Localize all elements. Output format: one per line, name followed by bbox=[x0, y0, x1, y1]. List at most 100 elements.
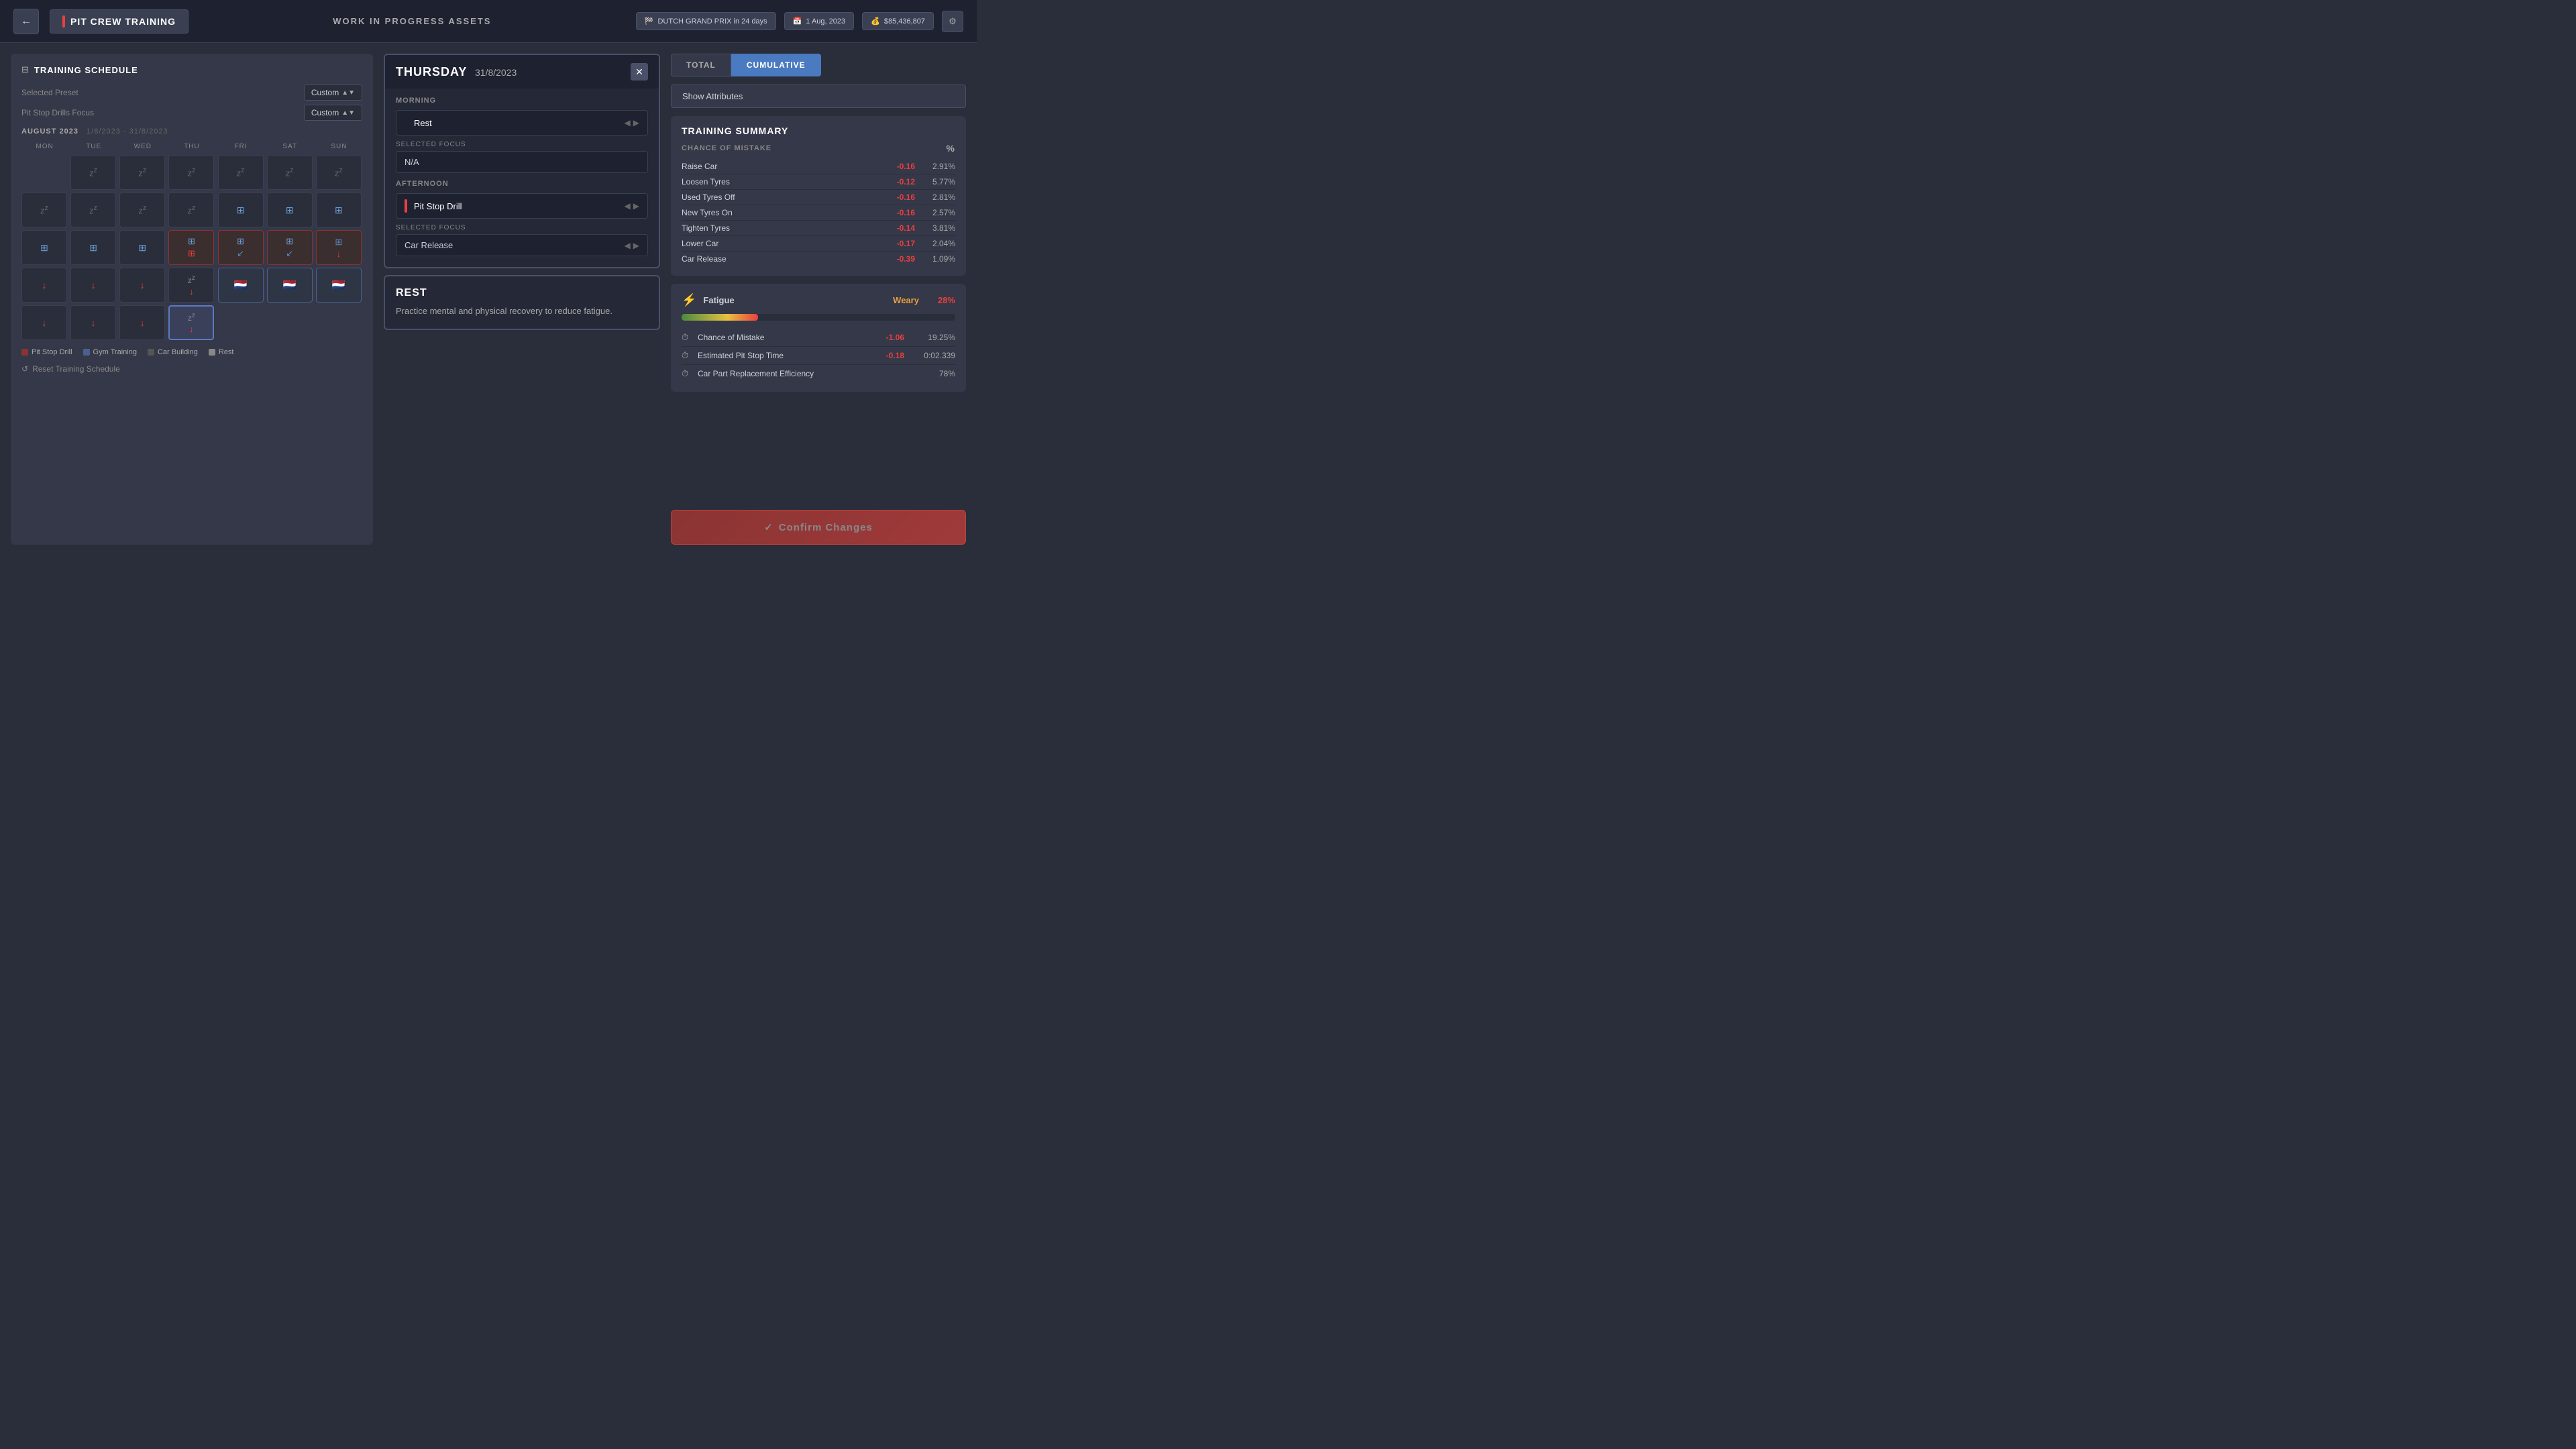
cal-cell-23[interactable]: ↓ bbox=[70, 268, 116, 303]
cal-cell-13[interactable]: ⊞ bbox=[267, 193, 313, 227]
cal-cell-3[interactable]: zz bbox=[119, 155, 165, 190]
calendar-icon: 📅 bbox=[793, 17, 802, 25]
cal-cell-21[interactable]: ⊞ ↓ bbox=[316, 230, 362, 265]
cal-cell-4[interactable]: zz bbox=[168, 155, 214, 190]
cal-header-sun: SUN bbox=[316, 141, 362, 152]
morning-focus-label: SELECTED FOCUS bbox=[396, 141, 648, 148]
topbar-right: 🏁 DUTCH GRAND PRIX in 24 days 📅 1 Aug, 2… bbox=[636, 11, 963, 32]
preset-row: Selected Preset Custom ▲▼ bbox=[21, 85, 362, 101]
reset-schedule-button[interactable]: ↺ Reset Training Schedule bbox=[21, 364, 362, 374]
confirm-changes-button[interactable]: ✓ Confirm Changes bbox=[671, 510, 966, 545]
afternoon-activity-name: Pit Stop Drill bbox=[414, 201, 625, 211]
cal-cell-26[interactable]: 🇳🇱 bbox=[218, 268, 264, 303]
afternoon-prev-arrow[interactable]: ◀ bbox=[625, 201, 631, 211]
stat-row: ⏱ Estimated Pit Stop Time -0.18 0:02.339 bbox=[682, 347, 955, 365]
afternoon-nav-arrows[interactable]: ◀ ▶ bbox=[625, 201, 639, 211]
focus-dropdown[interactable]: Custom ▲▼ bbox=[304, 105, 362, 121]
morning-activity-row[interactable]: Rest ◀ ▶ bbox=[396, 110, 648, 136]
rest-title: REST bbox=[396, 287, 648, 299]
cal-header-fri: FRI bbox=[218, 141, 264, 152]
cal-cell-2[interactable]: zz bbox=[70, 155, 116, 190]
percentage-icon: % bbox=[947, 143, 955, 154]
calendar-legend: Pit Stop Drill Gym Training Car Building… bbox=[21, 348, 362, 356]
title-stripe bbox=[62, 15, 65, 28]
tab-total[interactable]: TOTAL bbox=[671, 54, 731, 76]
tab-cumulative[interactable]: CUMULATIVE bbox=[731, 54, 821, 76]
cal-cell-7[interactable]: zz bbox=[316, 155, 362, 190]
cal-cell-6[interactable]: zz bbox=[267, 155, 313, 190]
summary-row: Raise Car -0.16 2.91% bbox=[682, 159, 955, 174]
cal-cell-9[interactable]: zz bbox=[70, 193, 116, 227]
cal-cell-11[interactable]: zz bbox=[168, 193, 214, 227]
preset-dropdown[interactable]: Custom ▲▼ bbox=[304, 85, 362, 101]
chance-of-mistake-header: CHANCE OF MISTAKE % bbox=[682, 143, 955, 154]
cal-cell-empty4 bbox=[316, 305, 362, 340]
cal-cell-14[interactable]: ⊞ bbox=[316, 193, 362, 227]
focus-label: Pit Stop Drills Focus bbox=[21, 108, 94, 117]
morning-activity-name: Rest bbox=[414, 118, 625, 128]
cal-cell-15[interactable]: ⊞ bbox=[21, 230, 67, 265]
focus-prev-arrow[interactable]: ◀ bbox=[625, 241, 631, 250]
cal-cell-18[interactable]: ⊞ ⊞ bbox=[168, 230, 214, 265]
cal-cell-25[interactable]: zz ↓ bbox=[168, 268, 214, 303]
rest-info-box: REST Practice mental and physical recove… bbox=[384, 275, 660, 330]
rest-description: Practice mental and physical recovery to… bbox=[396, 305, 648, 318]
afternoon-focus-value: Car Release bbox=[405, 240, 453, 250]
afternoon-focus-arrows[interactable]: ◀ ▶ bbox=[625, 241, 639, 250]
focus-next-arrow[interactable]: ▶ bbox=[633, 241, 639, 250]
morning-prev-arrow[interactable]: ◀ bbox=[625, 118, 631, 127]
cal-cell-5[interactable]: zz bbox=[218, 155, 264, 190]
schedule-icon: ⊟ bbox=[21, 64, 29, 75]
cal-cell-thu-selected[interactable]: zz ↓ bbox=[168, 305, 214, 340]
cal-cell-31[interactable]: ↓ bbox=[119, 305, 165, 340]
morning-next-arrow[interactable]: ▶ bbox=[633, 118, 639, 127]
focus-arrow: ▲▼ bbox=[341, 109, 355, 117]
legend-dot-light bbox=[209, 349, 215, 356]
cal-cell-27[interactable]: 🇳🇱 bbox=[267, 268, 313, 303]
tab-row: TOTAL CUMULATIVE bbox=[671, 54, 966, 76]
cal-cell-29[interactable]: ↓ bbox=[21, 305, 67, 340]
cal-cell-12[interactable]: ⊞ bbox=[218, 193, 264, 227]
cal-cell-28[interactable]: 🇳🇱 bbox=[316, 268, 362, 303]
afternoon-activity-row[interactable]: Pit Stop Drill ◀ ▶ bbox=[396, 193, 648, 219]
stat-icon: ⏱ bbox=[682, 332, 692, 343]
money-icon: 💰 bbox=[871, 17, 880, 25]
training-schedule-panel: ⊟ TRAINING SCHEDULE Selected Preset Cust… bbox=[11, 54, 373, 545]
show-attributes-button[interactable]: Show Attributes bbox=[671, 85, 966, 108]
cal-cell-19[interactable]: ⊞ ↙ bbox=[218, 230, 264, 265]
cal-cell-8[interactable]: zz bbox=[21, 193, 67, 227]
topbar: ← PIT CREW TRAINING WORK IN PROGRESS ASS… bbox=[0, 0, 977, 43]
day-modal-header: THURSDAY 31/8/2023 ✕ bbox=[385, 55, 659, 89]
day-title-group: THURSDAY 31/8/2023 bbox=[396, 65, 517, 79]
page-title-badge: PIT CREW TRAINING bbox=[50, 9, 189, 34]
stat-row: ⏱ Car Part Replacement Efficiency 78% bbox=[682, 365, 955, 382]
modal-close-button[interactable]: ✕ bbox=[631, 63, 648, 80]
fatigue-status: Weary bbox=[893, 295, 919, 305]
date-chip: 📅 1 Aug, 2023 bbox=[784, 12, 854, 30]
back-button[interactable]: ← bbox=[13, 9, 39, 34]
stat-icon: ⏱ bbox=[682, 368, 692, 379]
legend-rest: Rest bbox=[209, 348, 234, 356]
race-chip: 🏁 DUTCH GRAND PRIX in 24 days bbox=[636, 12, 776, 30]
cal-cell-empty3 bbox=[267, 305, 313, 340]
cal-cell-24[interactable]: ↓ bbox=[119, 268, 165, 303]
cal-cell-30[interactable]: ↓ bbox=[70, 305, 116, 340]
cal-header-tue: TUE bbox=[70, 141, 117, 152]
summary-row: Lower Car -0.17 2.04% bbox=[682, 236, 955, 252]
afternoon-focus-item[interactable]: Car Release ◀ ▶ bbox=[396, 234, 648, 256]
panel-title: TRAINING SCHEDULE bbox=[34, 65, 138, 75]
settings-button[interactable]: ⚙ bbox=[942, 11, 963, 32]
day-modal-body: MORNING Rest ◀ ▶ SELECTED FOCUS N/A AFTE… bbox=[385, 89, 659, 267]
legend-pitstop: Pit Stop Drill bbox=[21, 348, 72, 356]
morning-nav-arrows[interactable]: ◀ ▶ bbox=[625, 118, 639, 127]
cal-cell-22[interactable]: ↓ bbox=[21, 268, 67, 303]
panel-header: ⊟ TRAINING SCHEDULE bbox=[21, 64, 362, 75]
cal-cell-10[interactable]: zz bbox=[119, 193, 165, 227]
cal-cell-20[interactable]: ⊞ ↙ bbox=[267, 230, 313, 265]
cal-cell-16[interactable]: ⊞ bbox=[70, 230, 116, 265]
stat-icon: ⏱ bbox=[682, 350, 692, 361]
page-title: PIT CREW TRAINING bbox=[70, 16, 176, 27]
cal-cell-empty bbox=[21, 155, 67, 190]
cal-cell-17[interactable]: ⊞ bbox=[119, 230, 165, 265]
afternoon-next-arrow[interactable]: ▶ bbox=[633, 201, 639, 211]
